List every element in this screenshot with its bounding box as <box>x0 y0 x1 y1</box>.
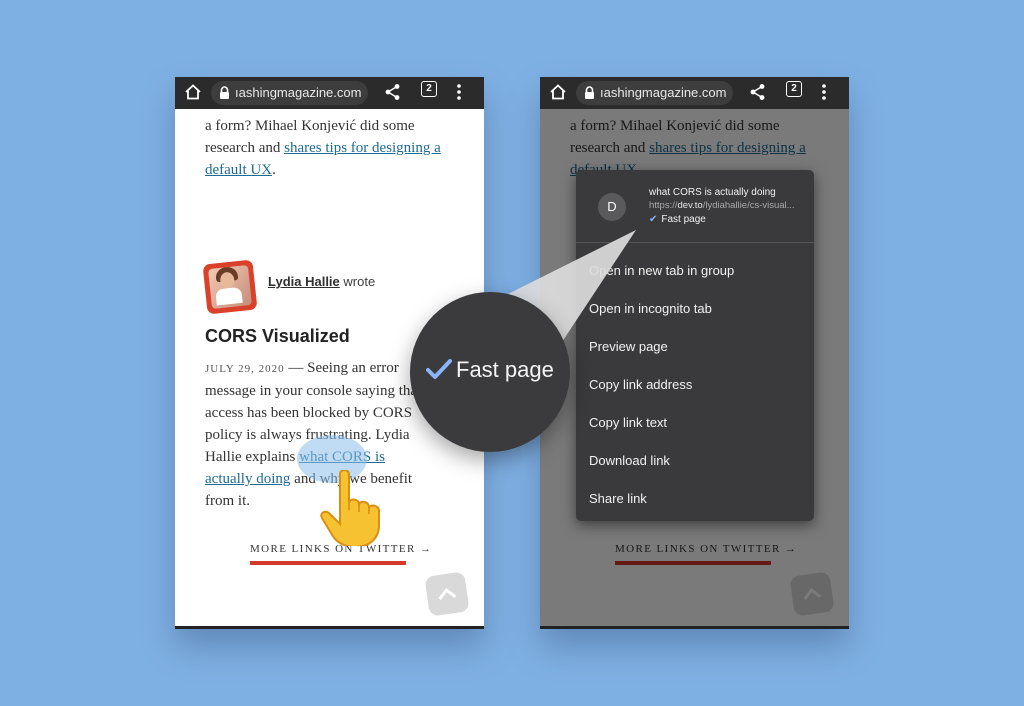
fast-page-magnifier: Fast page <box>410 292 570 452</box>
magnifier-label: Fast page <box>456 357 554 382</box>
pointing-hand-icon <box>320 470 380 546</box>
check-icon <box>426 359 452 379</box>
